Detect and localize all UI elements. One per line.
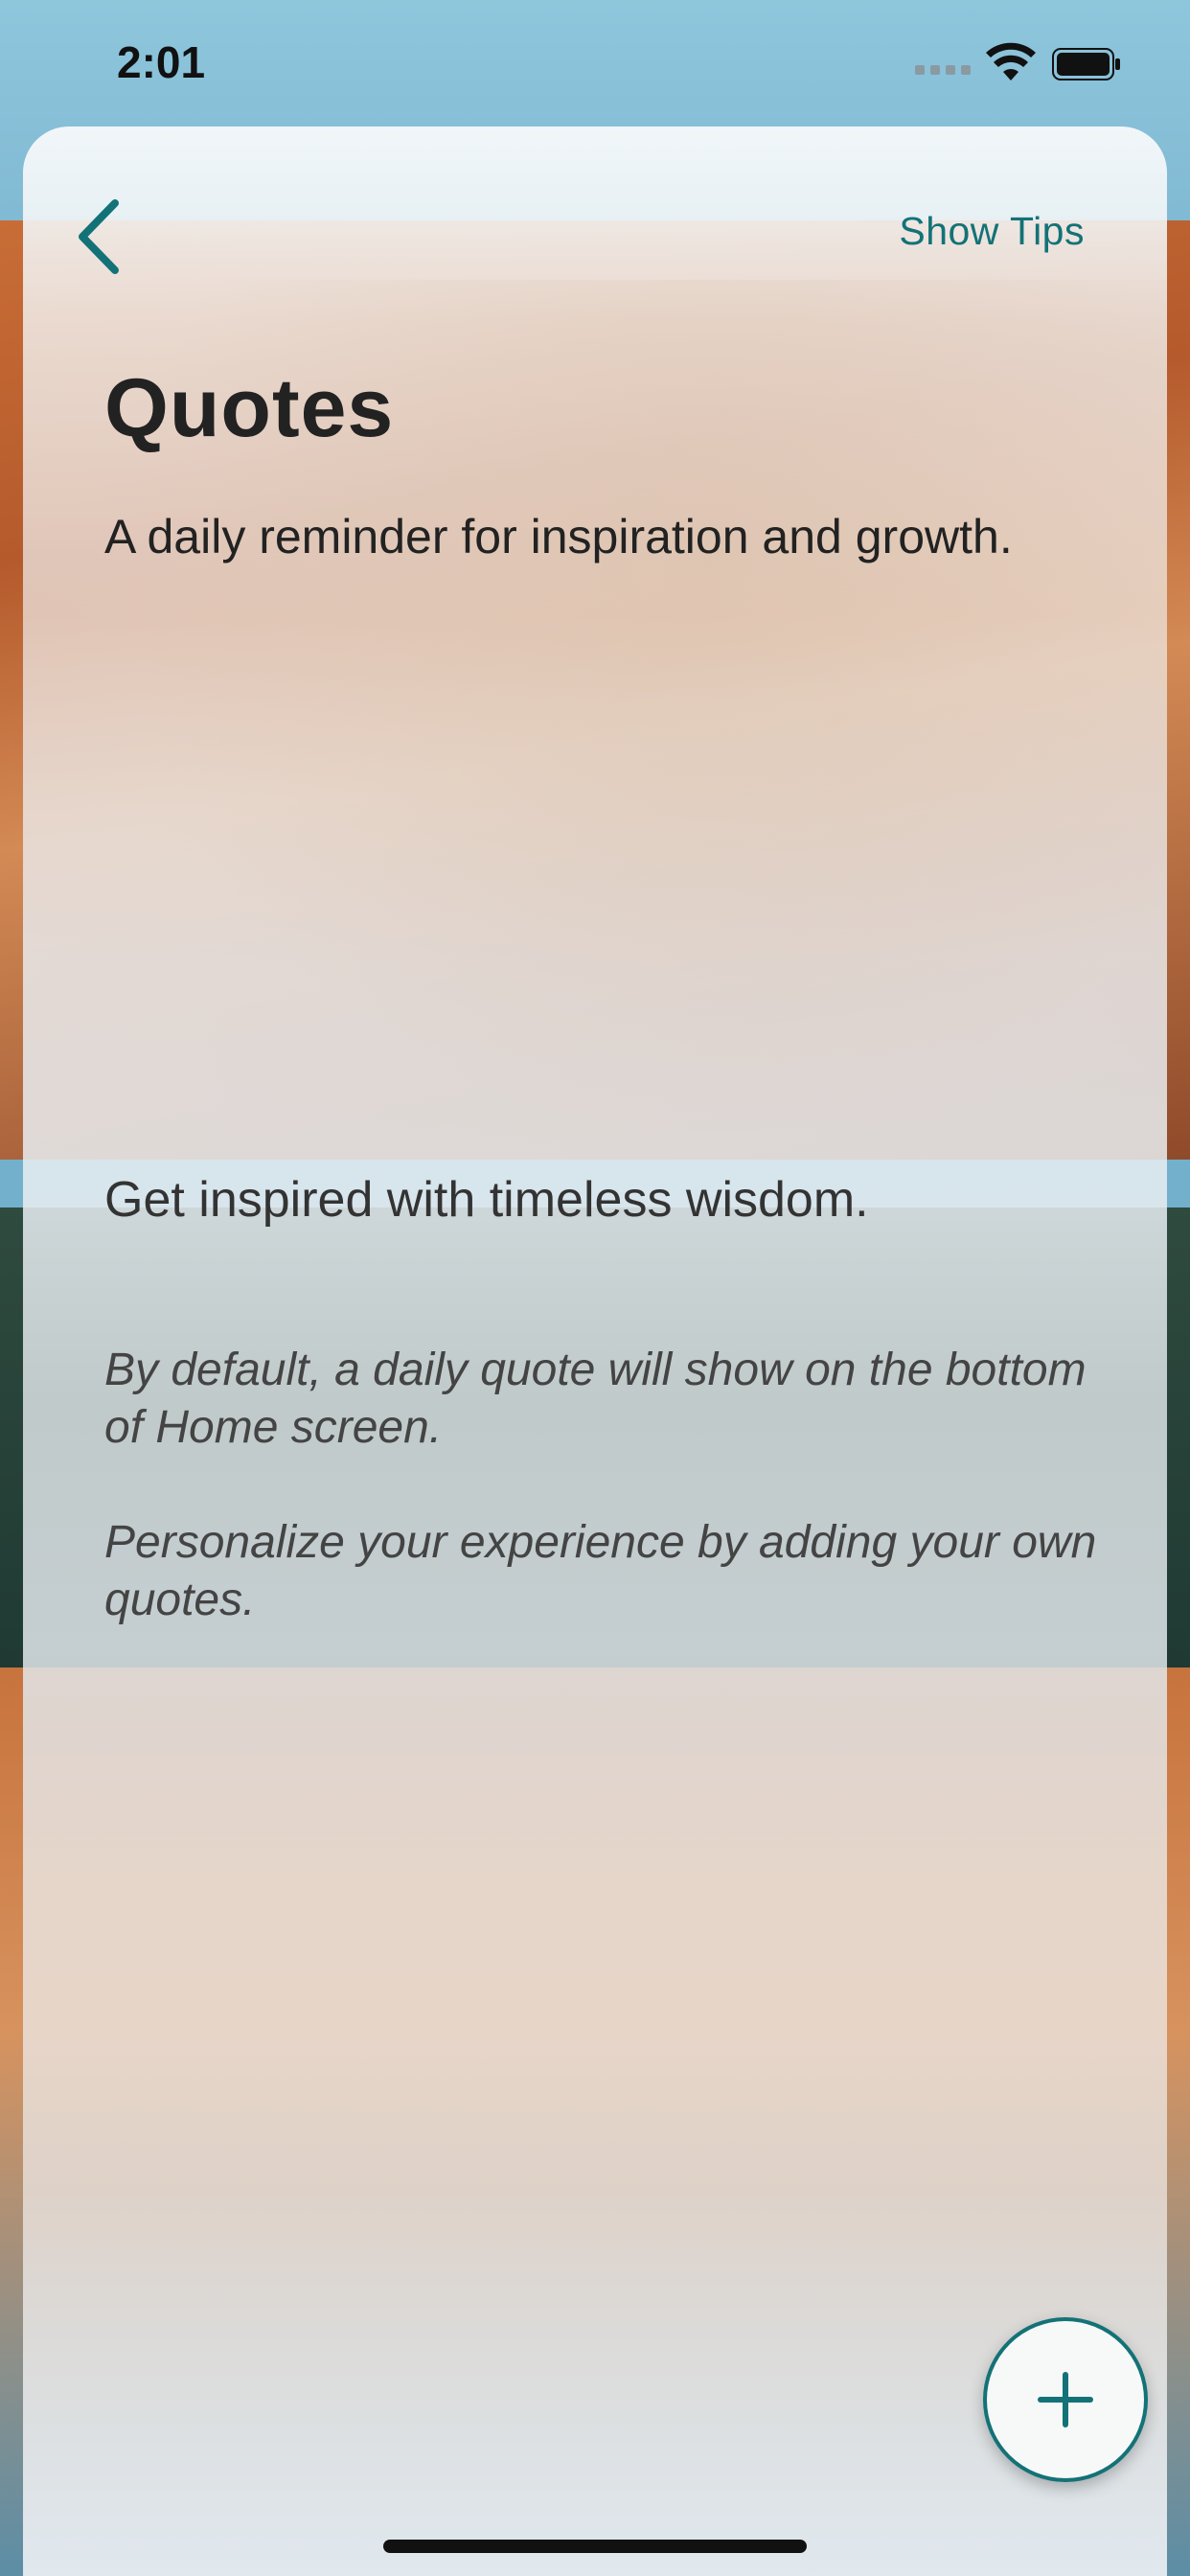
info-personalize: Personalize your experience by adding yo… [104,1517,1097,1625]
quotes-sheet: Show Tips Quotes A daily reminder for in… [23,126,1167,2576]
battery-icon [1052,48,1120,80]
chevron-left-icon [79,199,119,274]
add-quote-button[interactable] [983,2317,1148,2482]
wifi-icon [986,42,1036,80]
home-indicator[interactable] [383,2540,807,2553]
plus-icon [1038,2372,1093,2427]
info-default-quote: By default, a daily quote will show on t… [104,1345,1087,1453]
status-bar: 2:01 [0,0,1190,125]
show-tips-button[interactable]: Show Tips [899,209,1085,254]
cellular-signal-icon [915,65,971,75]
page-subtitle: A daily reminder for inspiration and gro… [104,510,1013,564]
inspire-text: Get inspired with timeless wisdom. [104,1172,869,1228]
back-button[interactable] [67,194,134,280]
status-time: 2:01 [117,37,206,87]
page-title: Quotes [104,362,395,454]
